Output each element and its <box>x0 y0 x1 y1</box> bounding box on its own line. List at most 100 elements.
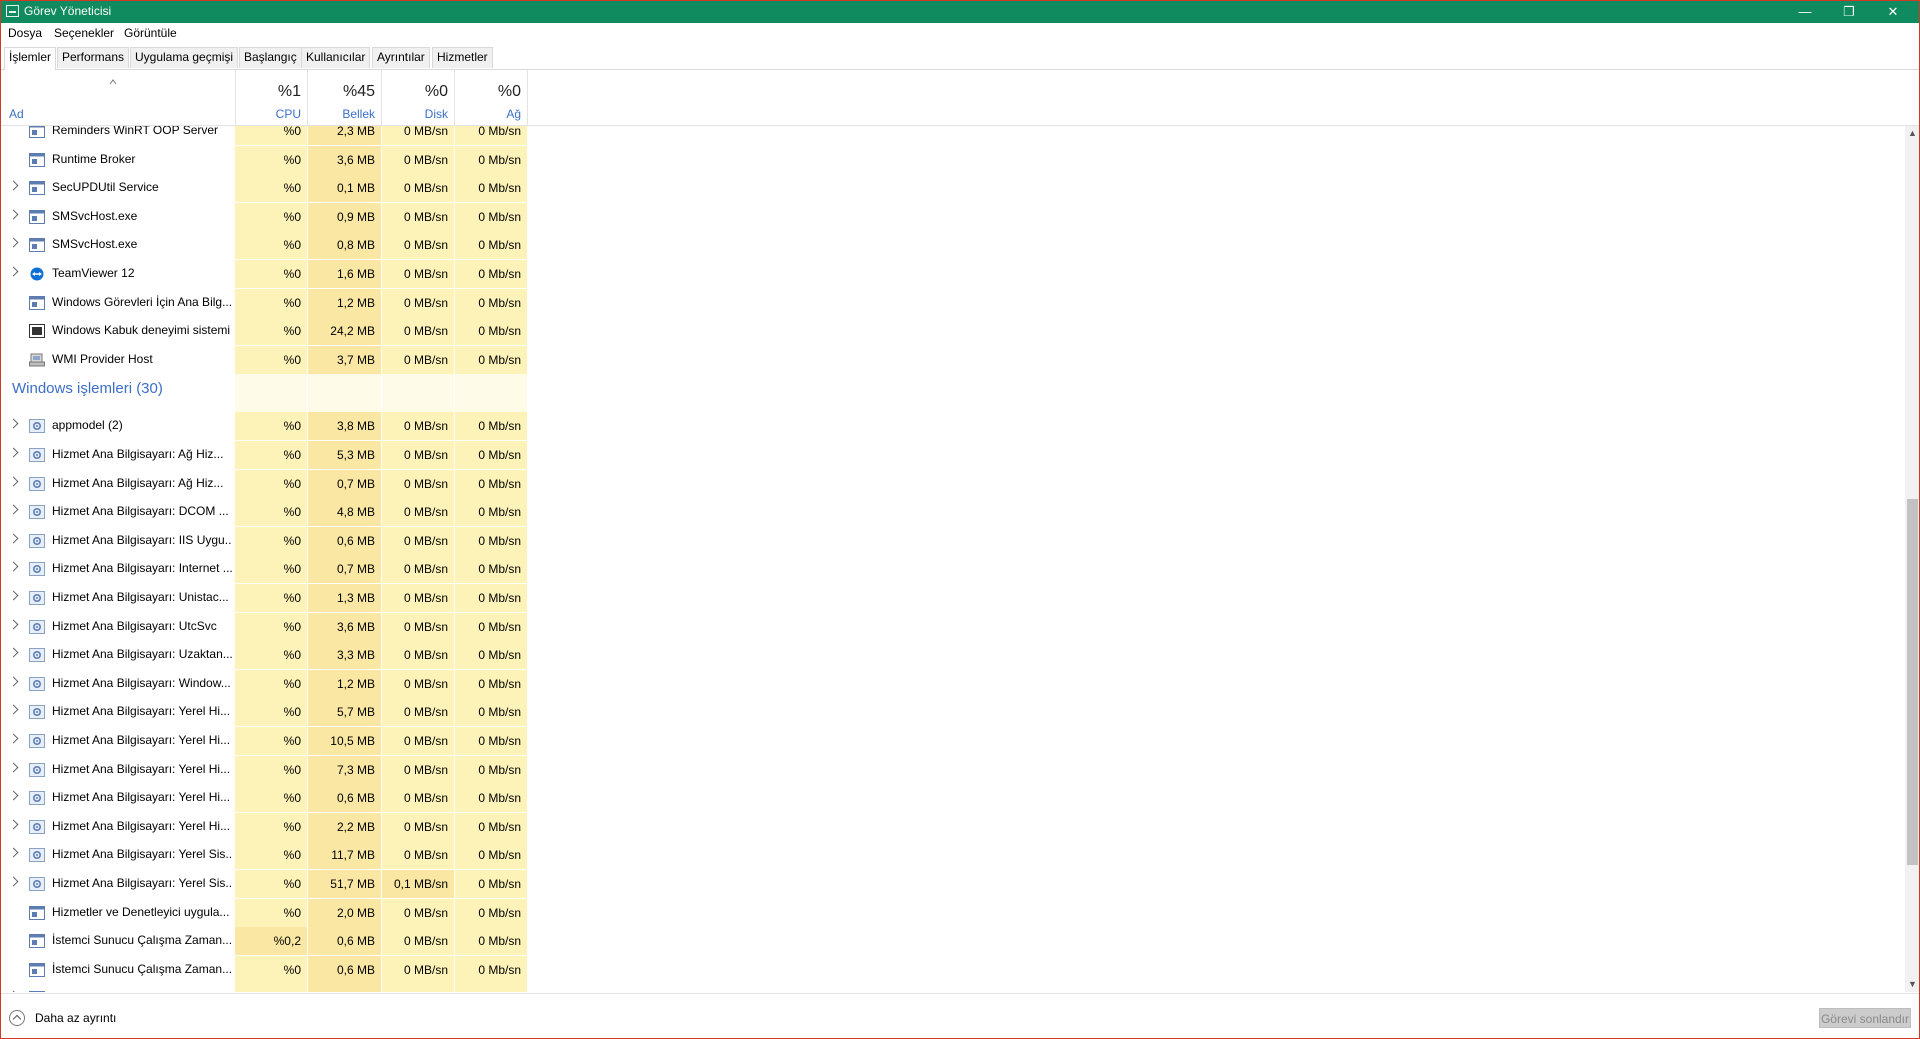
process-row[interactable]: Hizmet Ana Bilgisayarı: Yerel Sis... %0 11… <box>1 841 1905 870</box>
chevron-right-icon[interactable] <box>8 990 19 992</box>
chevron-right-icon[interactable] <box>8 561 19 572</box>
process-row[interactable]: SecUPDUtil Service %0 0,1 MB 0 MB/sn 0 Mb/sn <box>1 174 1905 203</box>
process-name: Hizmet Ana Bilgisayarı: Internet ... <box>52 561 232 576</box>
scroll-thumb[interactable] <box>1907 499 1918 865</box>
disk-cell: 0 MB/sn <box>382 526 455 555</box>
process-row[interactable]: Hizmet Ana Bilgisayarı: Yerel Hi... %0 10,… <box>1 727 1905 755</box>
process-row[interactable]: Hizmet Ana Bilgisayarı: Unistac... %0 1,3 … <box>1 584 1905 612</box>
app-window-icon <box>29 126 45 138</box>
disk-cell: 0 MB/sn <box>382 841 455 870</box>
memory-cell: 1,2 MB <box>308 288 382 317</box>
column-memory-header[interactable]: %45 Bellek <box>308 70 382 125</box>
tab-details[interactable]: Ayrıntılar <box>372 47 430 68</box>
menu-options[interactable]: Seçenekler <box>54 26 114 40</box>
chevron-right-icon[interactable] <box>8 447 19 458</box>
process-row[interactable]: Windows Görevleri İçin Ana Bilg... %0 1,2 … <box>1 288 1905 317</box>
title-bar: Görev Yöneticisi — ❐ ✕ <box>1 1 1919 23</box>
chevron-right-icon[interactable] <box>8 533 19 544</box>
cpu-cell: %0 <box>235 641 308 670</box>
process-row[interactable]: SMSvcHost.exe %0 0,9 MB 0 MB/sn 0 Mb/sn <box>1 202 1905 231</box>
process-row[interactable]: İstemci Sunucu Çalışma Zaman... %0,2 0,6 M… <box>1 927 1905 956</box>
minimize-button[interactable]: — <box>1783 1 1827 23</box>
tab-services[interactable]: Hizmetler <box>432 47 493 68</box>
process-row[interactable]: Hizmet Ana Bilgisayarı: Yerel Hi... %0 0,6… <box>1 784 1905 813</box>
process-row[interactable]: Hizmet Ana Bilgisayarı: UtcSvc %0 3,6 MB 0 … <box>1 612 1905 641</box>
process-row[interactable]: Hizmet Ana Bilgisayarı: Ağ Hiz... %0 5,3 M… <box>1 441 1905 469</box>
process-row[interactable]: Hizmetler ve Denetleyici uygula... %0 2,0 … <box>1 898 1905 927</box>
process-name-cell: Hizmet Ana Bilgisayarı: Yerel Hi... <box>1 756 235 784</box>
chevron-right-icon[interactable] <box>8 847 19 858</box>
disk-cell: 0 MB/sn <box>382 126 455 145</box>
task-manager-window: Görev Yöneticisi — ❐ ✕ Dosya Seçenekler … <box>0 0 1920 1039</box>
process-row[interactable]: İstemci Sunucu Çalışma Zaman... %0 0,6 MB 0… <box>1 955 1905 984</box>
process-name: Hizmet Ana Bilgisayarı: DCOM ... <box>52 504 229 519</box>
disk-cell: 0 MB/sn <box>382 669 455 698</box>
process-row[interactable]: Reminders WinRT OOP Server %0 2,3 MB 0 MB/s… <box>1 126 1905 145</box>
tab-startup[interactable]: Başlangıç <box>239 47 302 68</box>
column-name-header[interactable]: Ad <box>1 70 236 125</box>
process-name-cell: Hizmet Ana Bilgisayarı: Window... <box>1 670 235 698</box>
chevron-right-icon[interactable] <box>8 676 19 687</box>
chevron-right-icon[interactable] <box>8 704 19 715</box>
chevron-right-icon[interactable] <box>8 504 19 515</box>
vertical-scrollbar[interactable]: ▲ ▼ <box>1905 126 1919 992</box>
menu-view[interactable]: Görüntüle <box>124 26 177 40</box>
service-gear-icon <box>29 676 45 691</box>
process-row[interactable]: Local Security Authority Proces...%02,9 … <box>1 984 1905 992</box>
process-row[interactable]: Hizmet Ana Bilgisayarı: Yerel Hi... %0 5,7… <box>1 698 1905 727</box>
network-label: Ağ <box>506 107 521 121</box>
chevron-right-icon[interactable] <box>8 876 19 887</box>
process-row[interactable]: Hizmet Ana Bilgisayarı: Window... %0 1,2 M… <box>1 669 1905 698</box>
column-cpu-header[interactable]: %1 CPU <box>235 70 308 125</box>
chevron-right-icon[interactable] <box>8 476 19 487</box>
chevron-right-icon[interactable] <box>8 418 19 429</box>
chevron-right-icon[interactable] <box>8 790 19 801</box>
column-disk-header[interactable]: %0 Disk <box>382 70 455 125</box>
chevron-right-icon[interactable] <box>8 647 19 658</box>
process-row[interactable]: Hizmet Ana Bilgisayarı: Yerel Hi... %0 2,2… <box>1 812 1905 841</box>
chevron-right-icon[interactable] <box>8 619 19 630</box>
chevron-right-icon[interactable] <box>8 209 19 220</box>
column-network-header[interactable]: %0 Ağ <box>455 70 528 125</box>
process-row[interactable]: SMSvcHost.exe %0 0,8 MB 0 MB/sn 0 Mb/sn <box>1 231 1905 260</box>
end-task-button[interactable]: Görevi sonlandır <box>1819 1008 1911 1028</box>
memory-cell: 0,1 MB <box>308 174 382 203</box>
disk-cell: 0 MB/sn <box>382 202 455 231</box>
process-row[interactable]: Hizmet Ana Bilgisayarı: DCOM ... %0 4,8 MB… <box>1 498 1905 527</box>
disk-cell: 0 MB/sn <box>382 812 455 841</box>
teamviewer-icon <box>29 267 45 281</box>
cpu-cell: %0 <box>235 870 308 898</box>
process-row[interactable]: WMI Provider Host %0 3,7 MB 0 MB/sn 0 Mb/sn <box>1 345 1905 374</box>
process-row[interactable]: Hizmet Ana Bilgisayarı: Yerel Sis... %0 51… <box>1 870 1905 898</box>
chevron-right-icon[interactable] <box>8 237 19 248</box>
process-row[interactable]: TeamViewer 12 %0 1,6 MB 0 MB/sn 0 Mb/sn <box>1 260 1905 288</box>
process-row[interactable]: Runtime Broker %0 3,6 MB 0 MB/sn 0 Mb/sn <box>1 145 1905 174</box>
chevron-right-icon[interactable] <box>8 266 19 277</box>
process-row[interactable]: Hizmet Ana Bilgisayarı: Uzaktan... %0 3,3 … <box>1 641 1905 670</box>
scroll-up-icon[interactable]: ▲ <box>1905 126 1919 141</box>
maximize-button[interactable]: ❐ <box>1827 1 1871 23</box>
close-button[interactable]: ✕ <box>1871 1 1915 23</box>
process-row[interactable]: Hizmet Ana Bilgisayarı: Yerel Hi... %0 7,3… <box>1 755 1905 784</box>
chevron-right-icon[interactable] <box>8 762 19 773</box>
process-row[interactable]: Hizmet Ana Bilgisayarı: IIS Uygu... %0 0,6… <box>1 526 1905 555</box>
tab-app-history[interactable]: Uygulama geçmişi <box>130 47 239 68</box>
chevron-right-icon[interactable] <box>8 819 19 830</box>
process-row[interactable]: Windows Kabuk deneyimi sistemi %0 24,2 MB 0… <box>1 317 1905 346</box>
process-row[interactable]: Hizmet Ana Bilgisayarı: Ağ Hiz... %0 0,7 M… <box>1 469 1905 498</box>
tab-performance[interactable]: Performans <box>57 47 130 68</box>
chevron-right-icon[interactable] <box>8 180 19 191</box>
process-row[interactable]: Hizmet Ana Bilgisayarı: Internet ... %0 0,… <box>1 555 1905 584</box>
app-window-icon <box>29 962 45 977</box>
scroll-down-icon[interactable]: ▼ <box>1905 977 1919 992</box>
menu-file[interactable]: Dosya <box>8 26 42 40</box>
tab-users[interactable]: Kullanıcılar <box>301 47 371 68</box>
disk-total: %0 <box>424 83 448 100</box>
chevron-right-icon[interactable] <box>8 590 19 601</box>
process-name: Windows Görevleri İçin Ana Bilg... <box>52 294 232 309</box>
group-header-row[interactable]: Windows işlemleri (30) <box>1 374 1905 413</box>
process-row[interactable]: appmodel (2) %0 3,8 MB 0 MB/sn 0 Mb/sn <box>1 412 1905 441</box>
chevron-right-icon[interactable] <box>8 733 19 744</box>
tab-processes[interactable]: İşlemler <box>4 47 57 70</box>
app-window-icon <box>29 934 45 949</box>
